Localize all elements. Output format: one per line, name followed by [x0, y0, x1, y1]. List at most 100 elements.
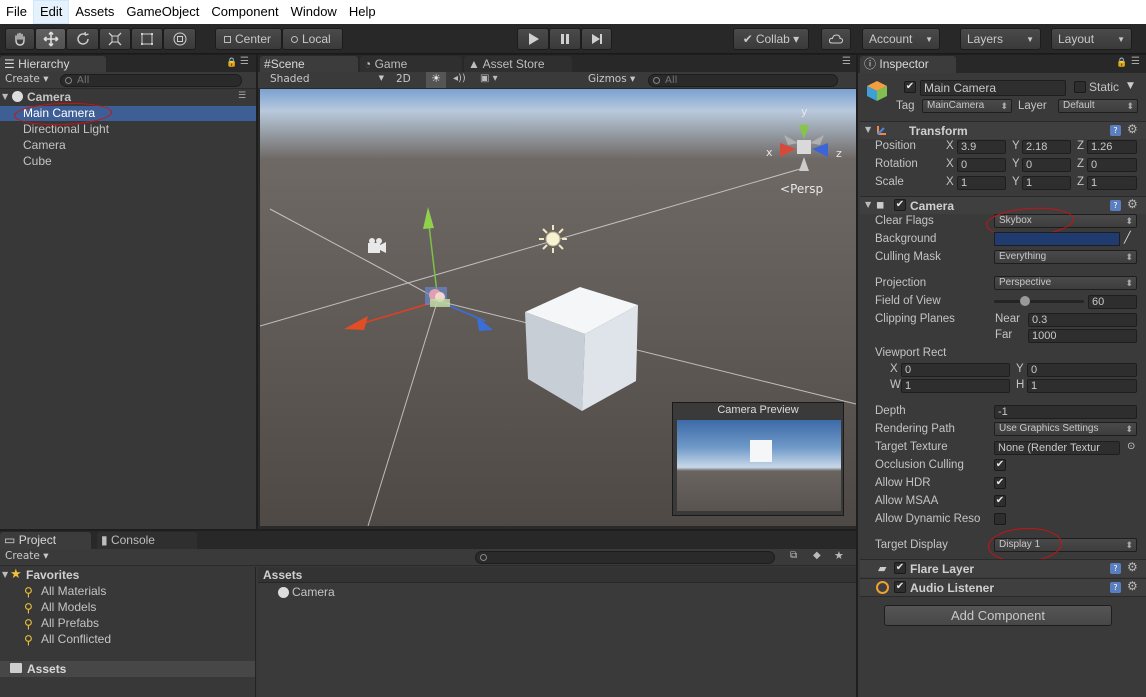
allow-msaa-checkbox[interactable]: ✔ [994, 495, 1006, 507]
favorite-all-prefabs[interactable]: All Prefabs [41, 616, 99, 630]
viewport-y-field[interactable]: 0 [1027, 363, 1137, 377]
fov-field[interactable]: 60 [1088, 295, 1137, 309]
pivot-local-button[interactable]: Local [282, 28, 343, 50]
hand-tool-button[interactable] [5, 28, 35, 50]
filter-type-icon[interactable]: ⧉ [790, 550, 797, 561]
assets-folder-row[interactable]: Assets [0, 661, 255, 677]
background-color-field[interactable] [994, 232, 1120, 246]
gizmos-dropdown[interactable]: Gizmos ▾ [588, 73, 635, 85]
panel-menu-icon[interactable]: ☰ [1131, 56, 1140, 67]
scene-menu-icon[interactable]: ☰ [238, 91, 246, 101]
flare-layer-header[interactable]: ▰ ✔ Flare Layer ? ⚙ [860, 559, 1146, 577]
directional-light-icon[interactable] [539, 225, 567, 253]
scene-viewport[interactable]: y x z <Persp Camera Preview [260, 89, 856, 526]
favorite-all-conflicted[interactable]: All Conflicted [41, 632, 111, 646]
menu-edit[interactable]: Edit [32, 0, 70, 24]
lighting-toggle[interactable]: ☀ [426, 72, 446, 88]
rotate-tool-button[interactable] [66, 28, 99, 50]
effects-dropdown[interactable]: ▣ ▾ [480, 73, 498, 84]
projection-dropdown[interactable]: Perspective [994, 276, 1137, 290]
expand-arrow-icon[interactable]: ▼ [2, 92, 8, 101]
help-icon[interactable]: ? [1110, 125, 1121, 136]
favorite-star-icon[interactable]: ★ [834, 549, 844, 562]
help-icon[interactable]: ? [1110, 200, 1121, 211]
rotation-x-field[interactable]: 0 [957, 158, 1006, 172]
pause-button[interactable] [549, 28, 581, 50]
hierarchy-item-camera[interactable]: Camera [23, 138, 66, 152]
tag-dropdown[interactable]: MainCamera [922, 99, 1012, 113]
tab-asset-store[interactable]: ▲ Asset Store [464, 56, 572, 73]
camera-header[interactable]: ▼ ◼ ✔ Camera ? ⚙ [860, 196, 1146, 214]
account-dropdown[interactable]: Account ▼ [862, 28, 940, 50]
hierarchy-item-cube[interactable]: Cube [23, 154, 52, 168]
settings-gear-icon[interactable]: ⚙ [1127, 560, 1138, 574]
audio-listener-checkbox[interactable]: ✔ [894, 581, 906, 593]
lock-icon[interactable]: 🔒 [1116, 58, 1127, 68]
panel-menu-icon[interactable]: ☰ [240, 56, 249, 67]
menu-gameobject[interactable]: GameObject [120, 0, 205, 24]
fov-slider-track[interactable] [994, 296, 1084, 306]
menu-file[interactable]: File [0, 0, 33, 24]
position-z-field[interactable]: 1.26 [1087, 140, 1137, 154]
scale-y-field[interactable]: 1 [1022, 176, 1071, 190]
flare-layer-checkbox[interactable]: ✔ [894, 562, 906, 574]
add-component-button[interactable]: Add Component [884, 605, 1112, 626]
position-x-field[interactable]: 3.9 [957, 140, 1006, 154]
tab-inspector[interactable]: ⓘ Inspector [860, 56, 956, 73]
object-picker-icon[interactable]: ⊙ [1127, 441, 1135, 452]
tab-project[interactable]: ▭ Project [0, 532, 91, 549]
hierarchy-create-button[interactable]: Create ▾ [5, 73, 49, 85]
far-field[interactable]: 1000 [1028, 329, 1137, 343]
object-name-field[interactable]: Main Camera [920, 80, 1066, 96]
help-icon[interactable]: ? [1110, 563, 1121, 574]
static-dropdown-arrow-icon[interactable]: ▼ [1127, 81, 1134, 91]
viewport-x-field[interactable]: 0 [901, 363, 1010, 377]
active-checkbox[interactable]: ✔ [904, 81, 916, 93]
occlusion-culling-checkbox[interactable]: ✔ [994, 459, 1006, 471]
camera-enabled-checkbox[interactable]: ✔ [894, 199, 906, 211]
rendering-path-dropdown[interactable]: Use Graphics Settings [994, 422, 1137, 436]
layout-dropdown[interactable]: Layout ▼ [1051, 28, 1132, 50]
target-texture-field[interactable]: None (Render Textur [994, 441, 1120, 455]
rotation-z-field[interactable]: 0 [1087, 158, 1137, 172]
menu-component[interactable]: Component [205, 0, 284, 24]
settings-gear-icon[interactable]: ⚙ [1127, 579, 1138, 593]
viewport-h-field[interactable]: 1 [1027, 379, 1137, 393]
menu-help[interactable]: Help [343, 0, 382, 24]
menu-assets[interactable]: Assets [69, 0, 120, 24]
tab-game[interactable]: ◔ Game [360, 56, 462, 73]
filter-label-icon[interactable]: ◆ [813, 550, 821, 561]
allow-hdr-checkbox[interactable]: ✔ [994, 477, 1006, 489]
menu-window[interactable]: Window [285, 0, 343, 24]
project-search-input[interactable] [475, 551, 775, 564]
tab-hierarchy[interactable]: ☰ Hierarchy [0, 56, 106, 73]
tab-console[interactable]: ▮ Console [97, 532, 197, 549]
lock-icon[interactable]: 🔒 [226, 58, 237, 68]
transform-tool-button[interactable] [163, 28, 196, 50]
rotation-y-field[interactable]: 0 [1022, 158, 1071, 172]
favorites-header[interactable]: Favorites [26, 568, 79, 582]
scale-x-field[interactable]: 1 [957, 176, 1006, 190]
favorite-all-materials[interactable]: All Materials [41, 584, 106, 598]
move-tool-button[interactable] [35, 28, 66, 50]
2d-toggle[interactable]: 2D [396, 73, 411, 85]
expand-arrow-icon[interactable]: ▼ [2, 570, 8, 579]
scene-name[interactable]: Camera [27, 90, 71, 104]
culling-mask-dropdown[interactable]: Everything [994, 250, 1137, 264]
rect-tool-button[interactable] [131, 28, 163, 50]
layers-dropdown[interactable]: Layers ▼ [960, 28, 1041, 50]
position-y-field[interactable]: 2.18 [1022, 140, 1071, 154]
help-icon[interactable]: ? [1110, 582, 1121, 593]
pivot-center-button[interactable]: Center [215, 28, 282, 50]
transform-header[interactable]: ▼ Transform ? ⚙ [860, 121, 1146, 139]
hierarchy-search-input[interactable]: All [60, 74, 242, 87]
scale-z-field[interactable]: 1 [1087, 176, 1137, 190]
shading-dropdown[interactable]: Shaded ▼ [270, 73, 386, 85]
audio-toggle[interactable]: ◂)) [453, 73, 466, 84]
step-button[interactable] [581, 28, 612, 50]
layer-dropdown[interactable]: Default [1058, 99, 1138, 113]
panel-menu-icon[interactable]: ☰ [842, 56, 851, 67]
scale-tool-button[interactable] [99, 28, 131, 50]
allow-dynamic-resolution-checkbox[interactable] [994, 513, 1006, 525]
tab-scene[interactable]: #Scene [260, 56, 358, 73]
